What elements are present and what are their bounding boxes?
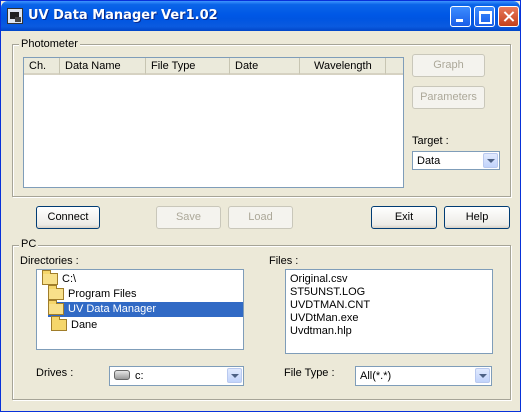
file-item[interactable]: UVDTMAN.CNT — [290, 299, 370, 311]
file-item[interactable]: UVDtMan.exe — [290, 312, 358, 324]
photometer-data-list[interactable]: Ch. Data Name File Type Date Wavelength — [23, 57, 404, 188]
close-button[interactable] — [498, 6, 519, 27]
directory-item-label: UV Data Manager — [66, 303, 159, 315]
column-header-date[interactable]: Date — [230, 58, 300, 75]
hard-drive-icon — [114, 370, 130, 380]
load-button[interactable]: Load — [228, 206, 293, 229]
chevron-down-icon[interactable] — [227, 368, 242, 383]
directory-item-label: Program Files — [68, 288, 137, 300]
help-button[interactable]: Help — [444, 206, 510, 229]
column-header-data-name[interactable]: Data Name — [60, 58, 146, 75]
column-header-ch[interactable]: Ch. — [24, 58, 60, 75]
column-header-filler — [386, 58, 403, 75]
directories-list[interactable]: C:\ Program Files UV Data Manager Dane — [36, 269, 244, 350]
app-icon[interactable] — [7, 8, 23, 24]
exit-button[interactable]: Exit — [371, 206, 437, 229]
target-value: Data — [417, 155, 441, 167]
column-header-wavelength[interactable]: Wavelength — [300, 58, 386, 75]
pc-group-label: PC — [19, 238, 39, 250]
graph-button[interactable]: Graph — [412, 54, 485, 77]
file-type-value: All(*.*) — [360, 370, 392, 382]
open-folder-icon — [42, 270, 58, 285]
window-title: UV Data Manager Ver1.02 — [28, 8, 218, 23]
drives-label: Drives : — [36, 367, 74, 379]
folder-icon — [51, 316, 67, 331]
chevron-down-icon[interactable] — [475, 368, 490, 383]
drives-select[interactable]: c: — [109, 366, 244, 386]
maximize-button[interactable] — [474, 6, 495, 27]
column-header-file-type[interactable]: File Type — [146, 58, 230, 75]
title-bar[interactable]: UV Data Manager Ver1.02 — [1, 1, 520, 31]
file-type-label: File Type : — [284, 367, 335, 379]
open-folder-icon — [48, 285, 64, 300]
connect-button[interactable]: Connect — [36, 206, 100, 229]
directories-label: Directories : — [20, 255, 79, 267]
directory-item-selected[interactable]: UV Data Manager — [48, 300, 243, 317]
minimize-button[interactable] — [450, 6, 471, 27]
save-button[interactable]: Save — [156, 206, 221, 229]
directory-item-label: Dane — [71, 319, 98, 331]
target-select[interactable]: Data — [412, 151, 500, 170]
drive-value: c: — [135, 370, 144, 382]
open-folder-icon — [48, 300, 64, 315]
file-item[interactable]: ST5UNST.LOG — [290, 286, 365, 298]
main-window: UV Data Manager Ver1.02 Photometer Ch. D… — [0, 0, 521, 412]
files-label: Files : — [269, 255, 299, 267]
file-item[interactable]: Original.csv — [290, 273, 347, 285]
file-item[interactable]: Uvdtman.hlp — [290, 325, 352, 337]
directory-item-label: C:\ — [62, 273, 77, 285]
directory-item[interactable]: Dane — [51, 316, 241, 333]
target-label: Target : — [412, 135, 449, 147]
file-type-select[interactable]: All(*.*) — [355, 366, 492, 386]
photometer-group-label: Photometer — [19, 38, 80, 50]
chevron-down-icon[interactable] — [483, 153, 498, 168]
files-list[interactable]: Original.csv ST5UNST.LOG UVDTMAN.CNT UVD… — [285, 269, 493, 354]
parameters-button[interactable]: Parameters — [412, 86, 485, 109]
list-header: Ch. Data Name File Type Date Wavelength — [24, 58, 403, 75]
directory-item[interactable]: C:\ — [42, 270, 232, 287]
directory-item[interactable]: Program Files — [48, 285, 238, 302]
